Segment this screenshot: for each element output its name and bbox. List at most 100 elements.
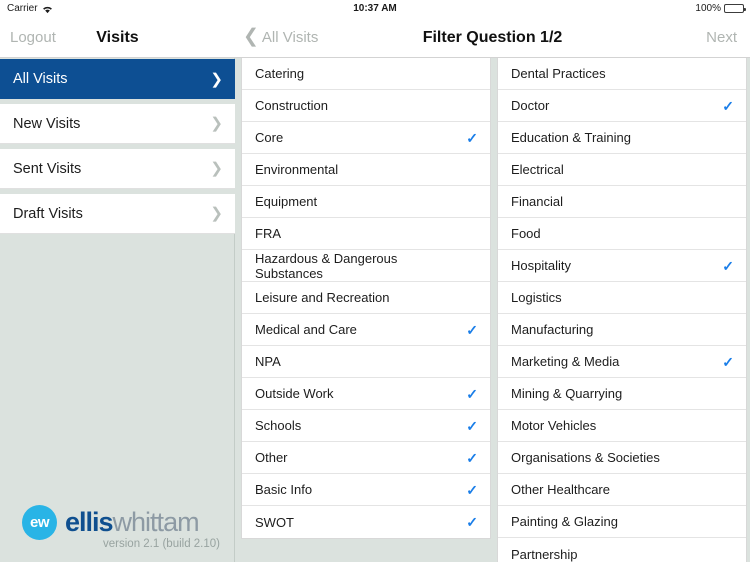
- list-item[interactable]: Electrical✓: [498, 154, 746, 186]
- list-item-label: Financial: [511, 194, 564, 209]
- list-item-label: Manufacturing: [511, 322, 594, 337]
- list-item-label: Equipment: [255, 194, 318, 209]
- list-item-label: Medical and Care: [255, 322, 357, 337]
- list-item-label: Electrical: [511, 162, 564, 177]
- checkmark-icon: ✓: [466, 321, 478, 338]
- list-item-label: Motor Vehicles: [511, 418, 597, 433]
- sidebar-item-sent-visits[interactable]: Sent Visits ❯: [0, 149, 235, 189]
- list-item[interactable]: Motor Vehicles✓: [498, 410, 746, 442]
- list-item[interactable]: Hospitality ✓: [498, 250, 746, 282]
- list-item[interactable]: Organisations & Societies✓: [498, 442, 746, 474]
- right-industry-list[interactable]: Dental Practices✓Doctor✓Education & Trai…: [497, 58, 747, 562]
- status-bar-right: 100%: [695, 3, 746, 14]
- chevron-right-icon: ❯: [210, 70, 223, 88]
- list-item[interactable]: Basic Info ✓: [242, 474, 490, 506]
- brand-name-bold: ellis: [65, 507, 114, 537]
- list-item[interactable]: SWOT ✓: [242, 506, 490, 538]
- list-item[interactable]: Financial✓: [498, 186, 746, 218]
- list-item[interactable]: Medical and Care ✓: [242, 314, 490, 346]
- list-item[interactable]: Mining & Quarrying✓: [498, 378, 746, 410]
- sidebar-item-draft-visits[interactable]: Draft Visits ❯: [0, 194, 235, 234]
- brand-row: ew elliswhittam: [22, 505, 222, 540]
- detail-pane: ❮ All Visits Filter Question 1/2 Next Ca…: [235, 0, 750, 562]
- checkmark-icon: ✓: [722, 97, 734, 114]
- list-item-label: Environmental: [255, 162, 339, 177]
- list-item[interactable]: Core ✓: [242, 122, 490, 154]
- list-item-label: Hazardous & Dangerous Substances: [255, 250, 398, 281]
- chevron-right-icon: ❯: [210, 160, 223, 177]
- brand-wordmark: elliswhittam: [65, 507, 200, 537]
- list-item-label: Dental Practices: [511, 66, 606, 81]
- back-button-label: All Visits: [261, 29, 319, 46]
- detail-navbar: ❮ All Visits Filter Question 1/2 Next: [235, 18, 750, 58]
- status-bar: Carrier 10:37 AM 100%: [0, 0, 750, 18]
- list-item-label: FRA: [255, 226, 281, 241]
- sidebar-item-label: Sent Visits: [13, 160, 82, 177]
- sidebar-navbar: Logout Visits: [0, 18, 235, 58]
- list-item[interactable]: Catering✓: [242, 58, 490, 90]
- list-item-label: Food: [511, 226, 541, 241]
- sidebar: Logout Visits All Visits ❯ New Visits ❯ …: [0, 0, 235, 562]
- chevron-right-icon: ❯: [210, 115, 223, 132]
- list-item-label: Schools: [255, 418, 302, 433]
- list-item[interactable]: NPA✓: [242, 346, 490, 378]
- list-item[interactable]: Manufacturing✓: [498, 314, 746, 346]
- brand-name-light: whittam: [112, 507, 200, 537]
- chevron-right-icon: ❯: [210, 205, 223, 222]
- list-item-label: Painting & Glazing: [511, 514, 618, 529]
- sidebar-item-new-visits[interactable]: New Visits ❯: [0, 104, 235, 144]
- app-screen: Carrier 10:37 AM 100% Logout Visits All …: [0, 0, 750, 562]
- list-item[interactable]: Education & Training✓: [498, 122, 746, 154]
- list-item-label: Mining & Quarrying: [511, 386, 623, 401]
- list-item[interactable]: Logistics✓: [498, 282, 746, 314]
- list-item[interactable]: Leisure and Recreation✓: [242, 282, 490, 314]
- list-item[interactable]: Other ✓: [242, 442, 490, 474]
- list-item[interactable]: Food✓: [498, 218, 746, 250]
- list-item-label: Organisations & Societies: [511, 450, 660, 465]
- list-item-label: Education & Training: [511, 130, 631, 145]
- list-item[interactable]: Marketing & Media ✓: [498, 346, 746, 378]
- list-item[interactable]: Doctor ✓: [498, 90, 746, 122]
- list-item-label: Doctor: [511, 98, 550, 113]
- sidebar-item-label: New Visits: [13, 115, 81, 132]
- list-item[interactable]: Construction✓: [242, 90, 490, 122]
- list-item-label: Basic Info: [255, 482, 313, 497]
- list-item-label: Core: [255, 130, 284, 145]
- next-button[interactable]: Next: [706, 29, 737, 46]
- list-item-label: Outside Work: [255, 386, 334, 401]
- checkmark-icon: ✓: [722, 353, 734, 370]
- checkmark-icon: ✓: [466, 449, 478, 466]
- sidebar-item-all-visits[interactable]: All Visits ❯: [0, 59, 235, 99]
- checkmark-icon: ✓: [466, 385, 478, 402]
- list-item-label: Other: [255, 450, 288, 465]
- list-item[interactable]: Partnership✓: [498, 538, 746, 562]
- app-version-label: version 2.1 (build 2.10): [103, 538, 220, 550]
- logout-button[interactable]: Logout: [10, 29, 56, 46]
- list-item-label: Logistics: [511, 290, 562, 305]
- list-item[interactable]: Environmental✓: [242, 154, 490, 186]
- left-category-list[interactable]: Catering✓Construction✓Core✓Environmental…: [241, 58, 491, 562]
- checkmark-icon: ✓: [466, 481, 478, 498]
- list-item-label: Construction: [255, 98, 328, 113]
- list-item-label: SWOT: [255, 514, 294, 530]
- list-item[interactable]: Painting & Glazing✓: [498, 506, 746, 538]
- back-button[interactable]: ❮ All Visits: [243, 27, 319, 46]
- brand-logo: ew elliswhittam version 2.1 (build 2.10): [22, 505, 222, 550]
- list-item-label: Leisure and Recreation: [255, 290, 390, 305]
- battery-percent-label: 100%: [695, 3, 721, 14]
- filter-columns: Catering✓Construction✓Core✓Environmental…: [235, 58, 750, 562]
- list-item[interactable]: Equipment✓: [242, 186, 490, 218]
- checkmark-icon: ✓: [466, 417, 478, 434]
- checkmark-icon: ✓: [466, 129, 478, 146]
- list-item[interactable]: Hazardous & Dangerous Substances✓: [242, 250, 490, 282]
- list-item[interactable]: Outside Work ✓: [242, 378, 490, 410]
- list-item[interactable]: Schools ✓: [242, 410, 490, 442]
- status-bar-clock: 10:37 AM: [353, 3, 397, 14]
- list-item[interactable]: FRA✓: [242, 218, 490, 250]
- battery-full-icon: [724, 4, 746, 13]
- list-item[interactable]: Dental Practices✓: [498, 58, 746, 90]
- list-item-label: Catering: [255, 66, 305, 81]
- checkmark-icon: ✓: [466, 514, 478, 530]
- list-item[interactable]: Other Healthcare✓: [498, 474, 746, 506]
- list-item-label: Partnership: [511, 546, 578, 562]
